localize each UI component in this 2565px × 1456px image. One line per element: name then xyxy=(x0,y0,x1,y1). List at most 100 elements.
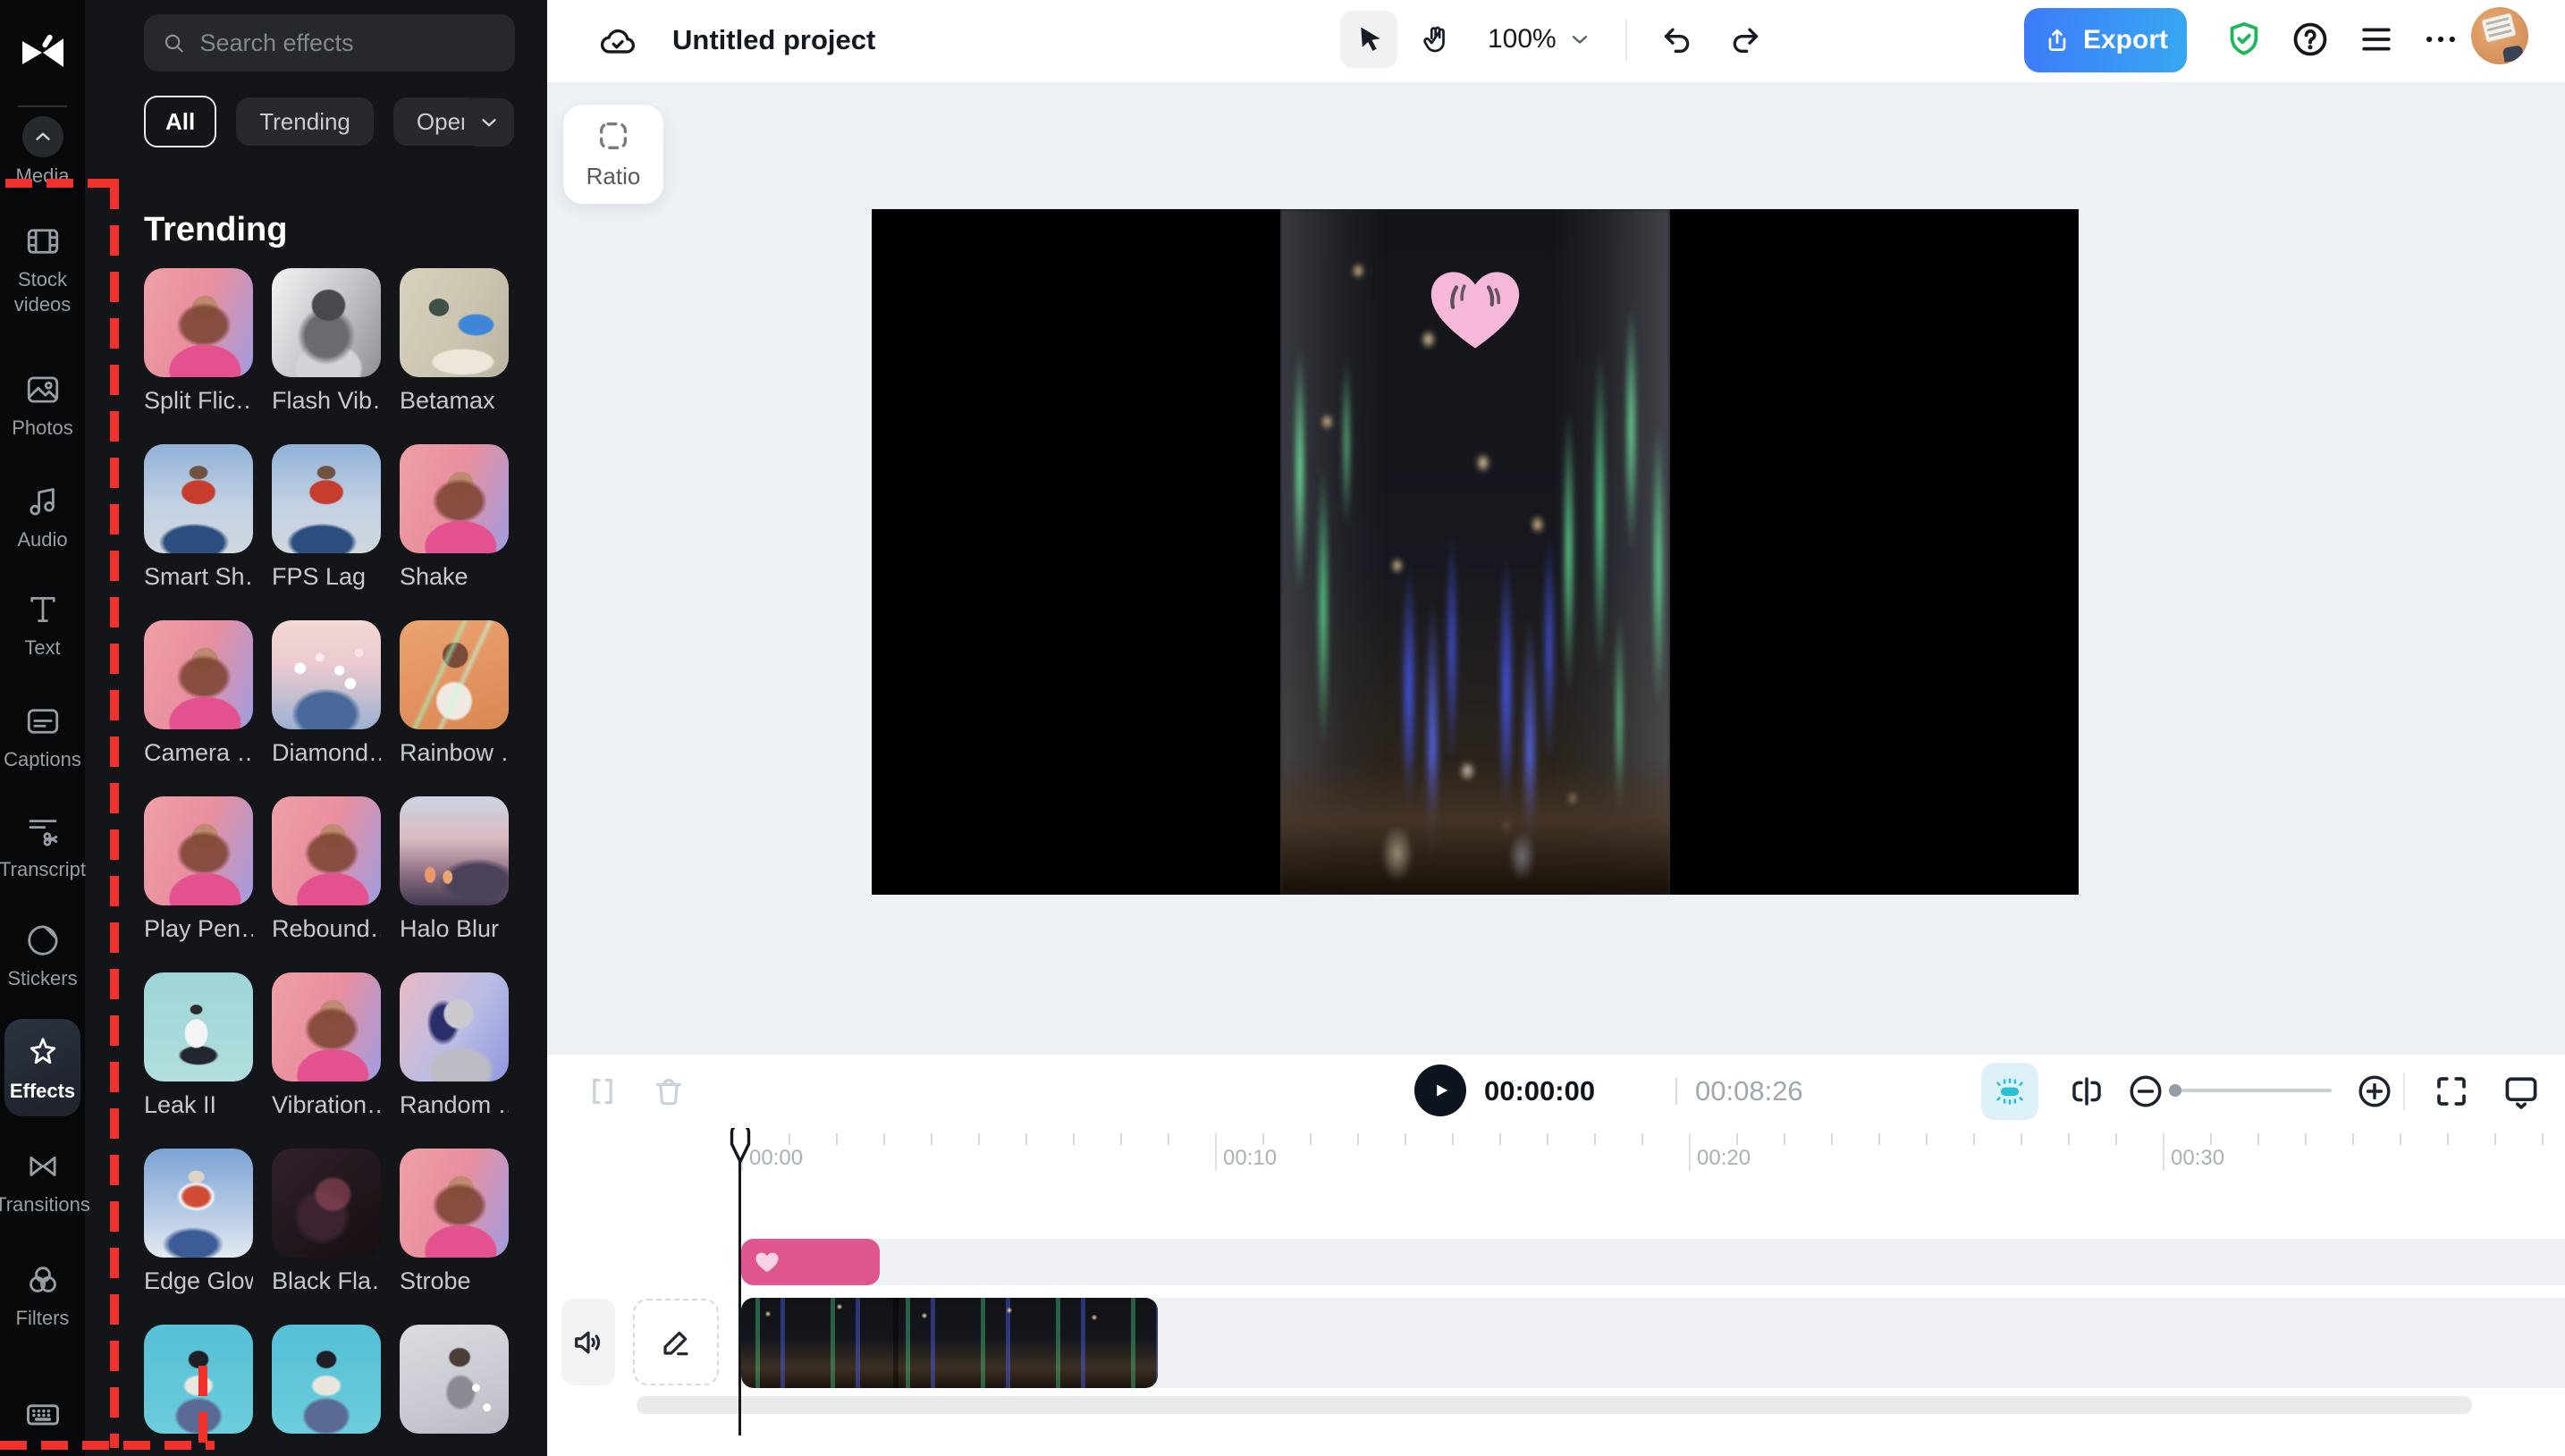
effect-tile-black-fla[interactable]: Black Fla… xyxy=(272,1149,381,1295)
horizontal-scrollbar[interactable] xyxy=(637,1396,2472,1414)
effect-tile-random[interactable]: Random … xyxy=(400,972,509,1119)
effect-tile-strobe[interactable]: Strobe xyxy=(400,1149,509,1295)
effect-thumbnail[interactable] xyxy=(144,268,253,377)
collapse-media-button[interactable] xyxy=(22,116,63,157)
ratio-button[interactable]: Ratio xyxy=(563,105,663,204)
player-canvas[interactable] xyxy=(872,209,2079,895)
effect-thumbnail[interactable] xyxy=(400,1149,509,1258)
effect-tile-rebound[interactable]: Rebound… xyxy=(272,796,381,943)
effect-thumbnail[interactable] xyxy=(400,620,509,729)
canvas-zoom-control[interactable]: 100% xyxy=(1488,11,1592,68)
zoom-in-button[interactable] xyxy=(2346,1063,2403,1120)
effect-thumbnail[interactable] xyxy=(272,620,381,729)
undo-button[interactable] xyxy=(1649,11,1706,68)
search-box[interactable] xyxy=(144,14,515,72)
cloud-save-icon[interactable] xyxy=(597,21,638,61)
effect-thumbnail[interactable] xyxy=(272,444,381,553)
effect-tile-betamax[interactable]: Betamax xyxy=(400,268,509,415)
delete-button[interactable] xyxy=(640,1063,697,1120)
effect-tile-vibration[interactable]: Vibration… xyxy=(272,972,381,1119)
effect-tile[interactable] xyxy=(144,1325,253,1443)
video-clip[interactable] xyxy=(741,1298,1158,1388)
effect-thumbnail[interactable] xyxy=(272,1325,381,1434)
auto-snap-toggle[interactable] xyxy=(1981,1063,2038,1120)
effect-thumbnail[interactable] xyxy=(400,444,509,553)
playhead[interactable] xyxy=(738,1128,741,1435)
help-button[interactable] xyxy=(2287,16,2333,63)
effect-tile-rainbow[interactable]: Rainbow … xyxy=(400,620,509,767)
effect-tile-leak-ii[interactable]: Leak II xyxy=(144,972,253,1119)
timeline-zoom-slider[interactable] xyxy=(2171,1089,2332,1092)
capcut-logo[interactable] xyxy=(20,32,66,73)
export-button[interactable]: Export xyxy=(2024,8,2187,72)
effect-thumbnail[interactable] xyxy=(144,1149,253,1258)
effect-thumbnail[interactable] xyxy=(272,268,381,377)
safety-status-button[interactable] xyxy=(2221,16,2267,63)
effect-thumbnail[interactable] xyxy=(144,796,253,905)
preview-display-button[interactable] xyxy=(2493,1063,2550,1120)
effect-thumbnail[interactable] xyxy=(272,972,381,1081)
effect-tile-halo-blur[interactable]: Halo Blur xyxy=(400,796,509,943)
sidebar-item-photos[interactable]: Photos xyxy=(0,370,85,441)
sidebar-item-transcript[interactable]: Transcript xyxy=(0,812,85,882)
keyboard-shortcuts-button[interactable] xyxy=(23,1394,63,1434)
chip-all[interactable]: All xyxy=(144,96,216,147)
draw-track-button[interactable] xyxy=(633,1299,719,1385)
slider-knob[interactable] xyxy=(2169,1084,2181,1097)
effect-thumbnail[interactable] xyxy=(144,620,253,729)
fullscreen-timeline-button[interactable] xyxy=(2423,1063,2480,1120)
effect-tile-play-pen[interactable]: Play Pen… xyxy=(144,796,253,943)
sidebar-item-filters[interactable]: Filters xyxy=(0,1260,85,1331)
video-frame[interactable] xyxy=(1280,209,1670,895)
redo-button[interactable] xyxy=(1717,11,1774,68)
effect-thumbnail[interactable] xyxy=(144,972,253,1081)
more-categories-button[interactable] xyxy=(464,98,514,147)
effect-thumbnail[interactable] xyxy=(400,1325,509,1434)
effect-tile-diamond[interactable]: Diamond… xyxy=(272,620,381,767)
effect-tile-fps-lag[interactable]: FPS Lag xyxy=(272,444,381,591)
heart-sticker-overlay[interactable] xyxy=(1422,263,1528,358)
workspace-menu-button[interactable] xyxy=(2353,16,2400,63)
sidebar-item-text[interactable]: Text xyxy=(0,590,85,661)
hand-tool-button[interactable] xyxy=(1407,11,1464,68)
sticker-clip[interactable] xyxy=(741,1239,880,1285)
effect-tile-smart-sh[interactable]: Smart Sh… xyxy=(144,444,253,591)
split-clip-button[interactable] xyxy=(574,1063,631,1120)
sidebar-item-stock-videos[interactable]: Stock videos xyxy=(0,222,85,316)
playhead-handle[interactable] xyxy=(728,1123,753,1164)
project-title[interactable]: Untitled project xyxy=(672,24,875,56)
sidebar-item-transitions[interactable]: Transitions xyxy=(0,1147,85,1217)
sidebar-item-effects[interactable]: Effects xyxy=(4,1019,80,1116)
effect-tile-flash-vib[interactable]: Flash Vib… xyxy=(272,268,381,415)
effect-tile-shake[interactable]: Shake xyxy=(400,444,509,591)
ruler-tick xyxy=(1357,1133,1359,1145)
sidebar-item-stickers[interactable]: Stickers xyxy=(0,921,85,991)
effect-thumbnail[interactable] xyxy=(144,1325,253,1434)
zoom-out-button[interactable] xyxy=(2117,1063,2174,1120)
effect-thumbnail[interactable] xyxy=(400,972,509,1081)
effect-tile[interactable] xyxy=(400,1325,509,1443)
play-button[interactable] xyxy=(1414,1065,1466,1116)
chip-trending[interactable]: Trending xyxy=(236,97,374,146)
effect-tile[interactable] xyxy=(272,1325,381,1443)
effect-thumbnail[interactable] xyxy=(272,1149,381,1258)
sidebar-item-audio[interactable]: Audio xyxy=(0,482,85,552)
sidebar-item-media[interactable]: Media xyxy=(0,116,85,189)
effect-thumbnail[interactable] xyxy=(272,796,381,905)
sidebar-item-captions[interactable]: Captions xyxy=(0,702,85,772)
avatar[interactable] xyxy=(2471,7,2528,64)
effect-thumbnail[interactable] xyxy=(400,268,509,377)
timeline-ruler[interactable]: 00:0000:1000:2000:30 xyxy=(547,1128,2565,1182)
sticker-track[interactable] xyxy=(741,1239,2565,1285)
effect-tile-split-flic[interactable]: Split Flic… xyxy=(144,268,253,415)
effect-thumbnail[interactable] xyxy=(144,444,253,553)
effect-tile-edge-glow[interactable]: Edge Glow xyxy=(144,1149,253,1295)
select-tool-button[interactable] xyxy=(1340,11,1397,68)
search-input[interactable] xyxy=(198,29,497,58)
more-options-button[interactable] xyxy=(2417,16,2464,63)
effect-tile-camera[interactable]: Camera … xyxy=(144,620,253,767)
split-at-playhead-button[interactable] xyxy=(2058,1063,2115,1120)
mute-track-button[interactable] xyxy=(561,1299,615,1385)
effect-thumbnail[interactable] xyxy=(400,796,509,905)
ruler-tick xyxy=(2305,1133,2307,1145)
